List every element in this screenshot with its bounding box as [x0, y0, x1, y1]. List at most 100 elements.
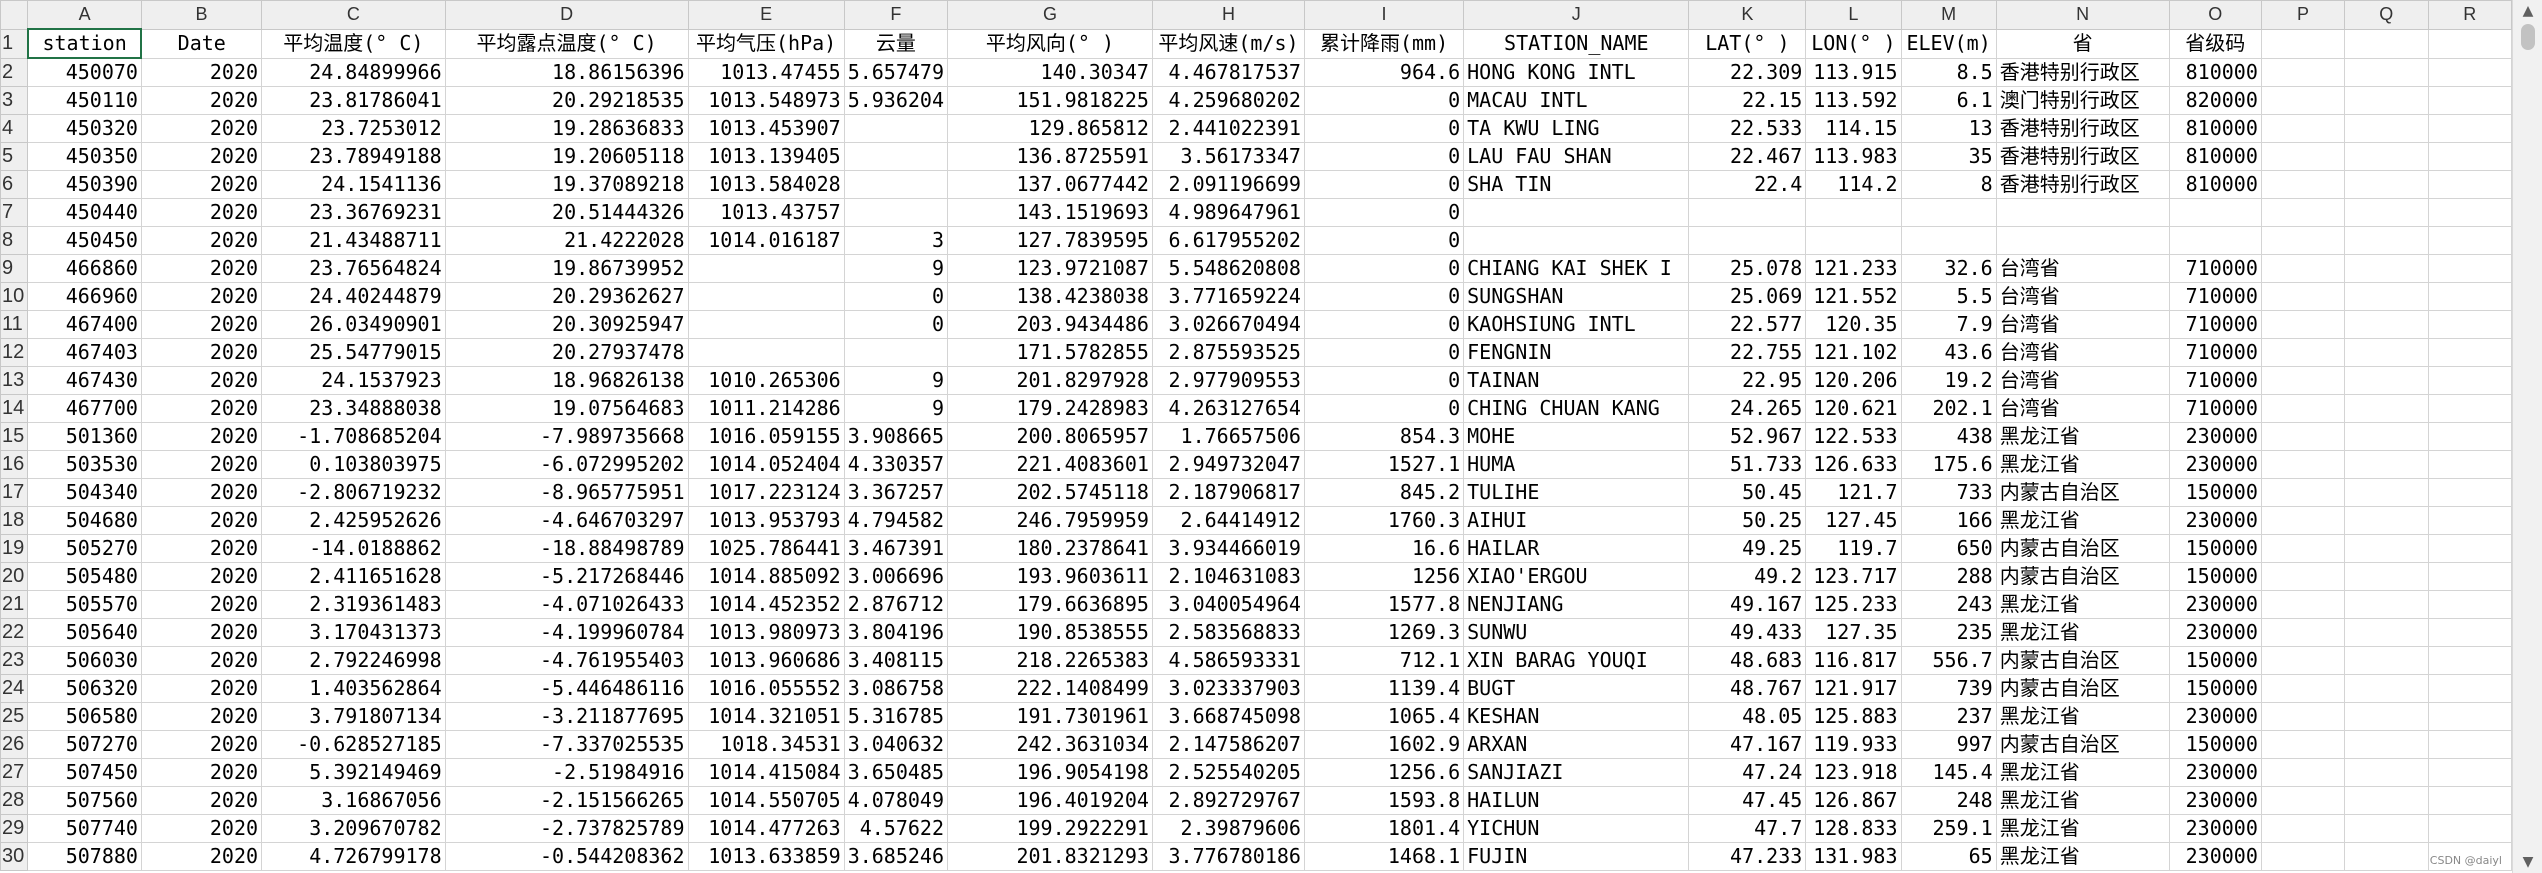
data-cell[interactable]: LAU FAU SHAN — [1463, 142, 1690, 171]
data-cell[interactable]: 119.7 — [1805, 534, 1902, 563]
data-cell[interactable]: 121.7 — [1805, 478, 1902, 507]
data-cell[interactable]: 0 — [1303, 282, 1465, 311]
data-cell[interactable]: 2020 — [140, 646, 263, 675]
data-cell[interactable]: 5.392149469 — [261, 758, 446, 787]
data-cell[interactable]: 1013.453907 — [687, 114, 845, 143]
data-cell[interactable]: 香港特别行政区 — [1995, 114, 2170, 143]
data-cell[interactable]: 0 — [1303, 142, 1465, 171]
data-cell[interactable]: 黑龙江省 — [1995, 814, 2170, 843]
data-cell[interactable]: 243 — [1900, 590, 1997, 619]
data-cell[interactable]: 123.717 — [1805, 562, 1902, 591]
data-cell[interactable]: 810000 — [2168, 170, 2262, 199]
data-cell[interactable]: 内蒙古自治区 — [1995, 646, 2170, 675]
data-cell[interactable]: 黑龙江省 — [1995, 422, 2170, 451]
data-cell[interactable]: 黑龙江省 — [1995, 590, 2170, 619]
empty-cell[interactable] — [2427, 282, 2512, 311]
data-cell[interactable]: 5.5 — [1900, 282, 1997, 311]
empty-cell[interactable] — [2344, 786, 2429, 815]
data-cell[interactable] — [1688, 226, 1807, 255]
data-cell[interactable]: 4.57622 — [843, 814, 949, 843]
data-cell[interactable]: -8.965775951 — [444, 478, 689, 507]
row-number[interactable]: 3 — [0, 86, 29, 115]
data-cell[interactable]: -6.072995202 — [444, 450, 689, 479]
data-cell[interactable] — [687, 338, 845, 367]
empty-cell[interactable] — [2344, 842, 2429, 871]
data-cell[interactable]: 24.40244879 — [261, 282, 446, 311]
data-cell[interactable]: 504340 — [27, 478, 142, 507]
data-cell[interactable]: 5.316785 — [843, 702, 949, 731]
data-cell[interactable]: 9 — [843, 394, 949, 423]
data-cell[interactable]: 49.2 — [1688, 562, 1807, 591]
data-cell[interactable]: 116.817 — [1805, 646, 1902, 675]
data-cell[interactable]: 24.84899966 — [261, 57, 446, 87]
data-cell[interactable]: 0 — [1303, 198, 1465, 227]
data-cell[interactable]: ARXAN — [1463, 730, 1690, 759]
data-cell[interactable]: 台湾省 — [1995, 254, 2170, 283]
empty-cell[interactable] — [2260, 282, 2346, 311]
data-cell[interactable]: -2.51984916 — [444, 758, 689, 787]
empty-cell[interactable] — [2427, 226, 2512, 255]
data-cell[interactable]: 1.76657506 — [1151, 422, 1305, 451]
row-number[interactable]: 5 — [0, 142, 29, 171]
column-header[interactable]: J — [1463, 0, 1690, 30]
data-cell[interactable]: HUMA — [1463, 450, 1690, 479]
data-cell[interactable]: 47.167 — [1688, 730, 1807, 759]
data-cell[interactable]: 4.726799178 — [261, 842, 446, 871]
data-cell[interactable]: 506580 — [27, 702, 142, 731]
data-cell[interactable]: 200.8065957 — [947, 422, 1153, 451]
data-cell[interactable]: HONG KONG INTL — [1463, 57, 1690, 87]
data-cell[interactable]: 1014.550705 — [687, 786, 845, 815]
row-number[interactable]: 26 — [0, 730, 29, 759]
data-cell[interactable]: 1801.4 — [1303, 814, 1465, 843]
data-cell[interactable]: 1593.8 — [1303, 786, 1465, 815]
data-cell[interactable]: 2020 — [140, 814, 263, 843]
data-cell[interactable]: 7.9 — [1900, 310, 1997, 339]
data-cell[interactable]: TA KWU LING — [1463, 114, 1690, 143]
data-cell[interactable]: 503530 — [27, 450, 142, 479]
data-cell[interactable]: 1013.47455 — [687, 57, 845, 87]
data-cell[interactable]: -2.151566265 — [444, 786, 689, 815]
data-cell[interactable]: 3.804196 — [843, 618, 949, 647]
data-cell[interactable]: 650 — [1900, 534, 1997, 563]
data-cell[interactable]: 122.533 — [1805, 422, 1902, 451]
data-cell[interactable]: 506030 — [27, 646, 142, 675]
empty-cell[interactable] — [2427, 86, 2512, 115]
data-cell[interactable]: 2020 — [140, 478, 263, 507]
data-cell[interactable]: 438 — [1900, 422, 1997, 451]
data-cell[interactable]: 0 — [1303, 226, 1465, 255]
data-cell[interactable]: 5.548620808 — [1151, 254, 1305, 283]
data-cell[interactable]: 3.16867056 — [261, 786, 446, 815]
row-number[interactable]: 18 — [0, 506, 29, 535]
data-cell[interactable]: 505570 — [27, 590, 142, 619]
data-cell[interactable]: 0.103803975 — [261, 450, 446, 479]
data-cell[interactable]: -5.446486116 — [444, 674, 689, 703]
empty-cell[interactable] — [2344, 506, 2429, 535]
header-cell[interactable]: 平均气压(hPa) — [687, 28, 845, 59]
data-cell[interactable]: 3.668745098 — [1151, 702, 1305, 731]
data-cell[interactable]: 47.45 — [1688, 786, 1807, 815]
data-cell[interactable]: 137.0677442 — [947, 170, 1153, 199]
data-cell[interactable]: AIHUI — [1463, 506, 1690, 535]
data-cell[interactable]: 1014.052404 — [687, 450, 845, 479]
data-cell[interactable]: 222.1408499 — [947, 674, 1153, 703]
data-cell[interactable]: 3.934466019 — [1151, 534, 1305, 563]
empty-cell[interactable] — [2260, 338, 2346, 367]
column-header[interactable]: R — [2427, 0, 2512, 30]
row-number[interactable]: 1 — [0, 28, 29, 59]
data-cell[interactable]: -4.761955403 — [444, 646, 689, 675]
data-cell[interactable]: 450350 — [27, 142, 142, 171]
data-cell[interactable] — [1463, 226, 1690, 255]
data-cell[interactable]: 2.104631083 — [1151, 562, 1305, 591]
empty-cell[interactable] — [2427, 618, 2512, 647]
data-cell[interactable]: 202.5745118 — [947, 478, 1153, 507]
data-cell[interactable]: CHING CHUAN KANG — [1463, 394, 1690, 423]
data-cell[interactable]: 150000 — [2168, 562, 2262, 591]
data-cell[interactable]: 2.187906817 — [1151, 478, 1305, 507]
data-cell[interactable]: 1013.953793 — [687, 506, 845, 535]
data-cell[interactable]: 台湾省 — [1995, 282, 2170, 311]
empty-cell[interactable] — [2427, 57, 2512, 87]
data-cell[interactable]: 230000 — [2168, 506, 2262, 535]
data-cell[interactable] — [843, 170, 949, 199]
header-cell[interactable]: Date — [140, 28, 263, 59]
data-cell[interactable]: 126.867 — [1805, 786, 1902, 815]
